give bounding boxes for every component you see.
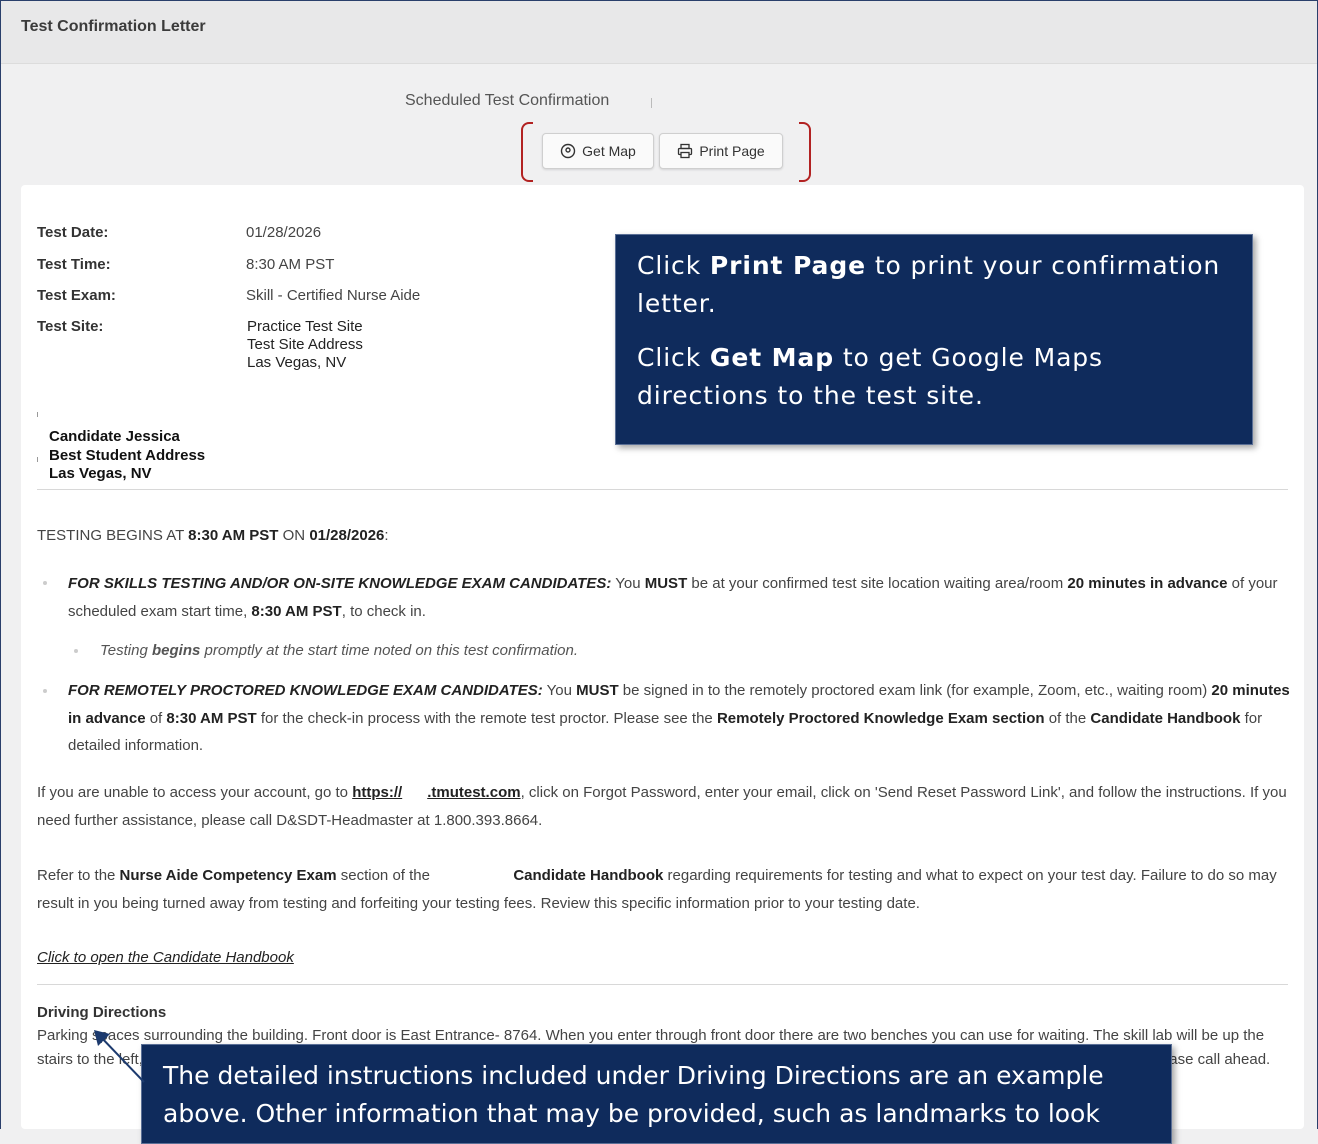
text: TESTING BEGINS AT <box>37 527 189 544</box>
text: ON <box>278 527 310 544</box>
printer-icon <box>678 143 693 159</box>
text: , to check in. <box>341 602 426 620</box>
text: MUST <box>644 575 688 592</box>
text: Testing <box>100 642 152 659</box>
reset-url-link[interactable]: .tmutest.com <box>427 784 520 801</box>
location-pin-icon <box>560 143 576 159</box>
address-line: Best Student Address <box>49 446 206 464</box>
test-exam-value: Skill - Certified Nurse Aide <box>246 287 421 304</box>
tick-mark <box>37 412 38 417</box>
account-paragraph: If you are unable to access your account… <box>37 779 1289 834</box>
text: section of the <box>336 867 430 884</box>
callout-line: Click Print Page to print your confirmat… <box>637 247 1234 323</box>
text: If you are unable to access your account… <box>37 784 353 801</box>
text: MUST <box>576 682 619 699</box>
get-map-label: Get Map <box>582 143 636 159</box>
test-date-label: Test Date: <box>37 224 109 241</box>
pointer-arrow-icon <box>94 1030 145 1083</box>
text: promptly at the start time noted on this… <box>200 642 579 659</box>
text: of <box>145 709 167 727</box>
print-map-callout: Click Print Page to print your confirmat… <box>615 234 1253 445</box>
text: Nurse Aide Competency Exam <box>119 867 337 884</box>
test-site-address: Practice Test Site Test Site Address Las… <box>247 318 363 372</box>
text: Candidate Handbook <box>513 867 664 884</box>
text: Print Page <box>709 251 866 280</box>
print-page-button[interactable]: Print Page <box>659 133 783 169</box>
highlight-bracket-right <box>799 122 811 182</box>
text <box>402 784 427 801</box>
candidate-handbook-link[interactable]: Click to open the Candidate Handbook <box>37 949 294 966</box>
confirmation-frame: Test Confirmation Letter Scheduled Test … <box>0 0 1318 1129</box>
text: : <box>384 527 389 544</box>
test-exam-label: Test Exam: <box>37 287 116 304</box>
text: FOR SKILLS TESTING AND/OR ON-SITE KNOWLE… <box>68 575 612 592</box>
text: be at your confirmed test site location … <box>687 575 1068 592</box>
divider <box>37 489 1288 490</box>
text: 8:30 AM PST <box>251 602 342 620</box>
text: be signed in to the remotely proctored e… <box>618 682 1212 699</box>
text: of the <box>1044 709 1091 727</box>
address-line: Las Vegas, NV <box>49 465 152 482</box>
get-map-button[interactable]: Get Map <box>542 133 654 169</box>
text: begins <box>151 642 201 659</box>
text: Refer to the <box>37 867 120 884</box>
address-line: Candidate Jessica <box>49 428 180 445</box>
sub-bullet-begins: Testing begins promptly at the start tim… <box>100 642 578 659</box>
confirmation-subtitle: Scheduled Test Confirmation <box>405 92 610 109</box>
text: 8:30 AM PST <box>166 709 257 727</box>
address-line: Test Site Address <box>247 336 363 353</box>
bullet-onsite: FOR SKILLS TESTING AND/OR ON-SITE KNOWLE… <box>68 570 1290 625</box>
text: Remotely Proctored Knowledge Exam sectio… <box>716 709 1045 727</box>
text: Get Map <box>709 343 834 372</box>
test-time-label: Test Time: <box>37 256 111 273</box>
text: for the check-in process with the remote… <box>256 709 717 727</box>
driving-directions-callout: The detailed instructions included under… <box>141 1044 1172 1144</box>
text <box>430 867 513 884</box>
bullet-dot <box>74 649 78 653</box>
candidate-address: Candidate Jessica Best Student Address L… <box>49 428 205 484</box>
text: You <box>542 682 577 699</box>
address-line: Las Vegas, NV <box>247 354 347 371</box>
callout-line: Click Get Map to get Google Maps directi… <box>637 339 1234 415</box>
driving-directions-title: Driving Directions <box>37 1004 167 1021</box>
test-date-value: 01/28/2026 <box>246 224 322 241</box>
tick-mark <box>37 457 38 462</box>
bullet-remote: FOR REMOTELY PROCTORED KNOWLEDGE EXAM CA… <box>68 677 1290 760</box>
text: 01/28/2026 <box>309 527 385 544</box>
refer-paragraph: Refer to the Nurse Aide Competency Exam … <box>37 862 1289 917</box>
text: Click <box>637 343 710 372</box>
text: Click <box>637 251 710 280</box>
divider <box>37 984 1288 985</box>
text: Candidate Handbook <box>1090 709 1241 727</box>
text: You <box>611 575 645 592</box>
test-site-label: Test Site: <box>37 318 104 335</box>
bullet-dot <box>43 689 47 693</box>
page-header: Test Confirmation Letter <box>1 1 1317 64</box>
divider <box>651 98 652 108</box>
text: 8:30 AM PST <box>188 527 279 544</box>
page-title: Test Confirmation Letter <box>21 18 206 35</box>
testing-intro: TESTING BEGINS AT 8:30 AM PST ON 01/28/2… <box>37 522 1289 550</box>
text: FOR REMOTELY PROCTORED KNOWLEDGE EXAM CA… <box>68 682 543 699</box>
test-time-value: 8:30 AM PST <box>246 256 335 273</box>
address-line: Practice Test Site <box>247 318 363 335</box>
highlight-bracket-left <box>521 122 533 182</box>
text: 20 minutes in advance <box>1067 575 1228 592</box>
print-page-label: Print Page <box>699 143 765 159</box>
bullet-dot <box>43 581 47 585</box>
reset-url-link[interactable]: https:// <box>352 784 402 801</box>
